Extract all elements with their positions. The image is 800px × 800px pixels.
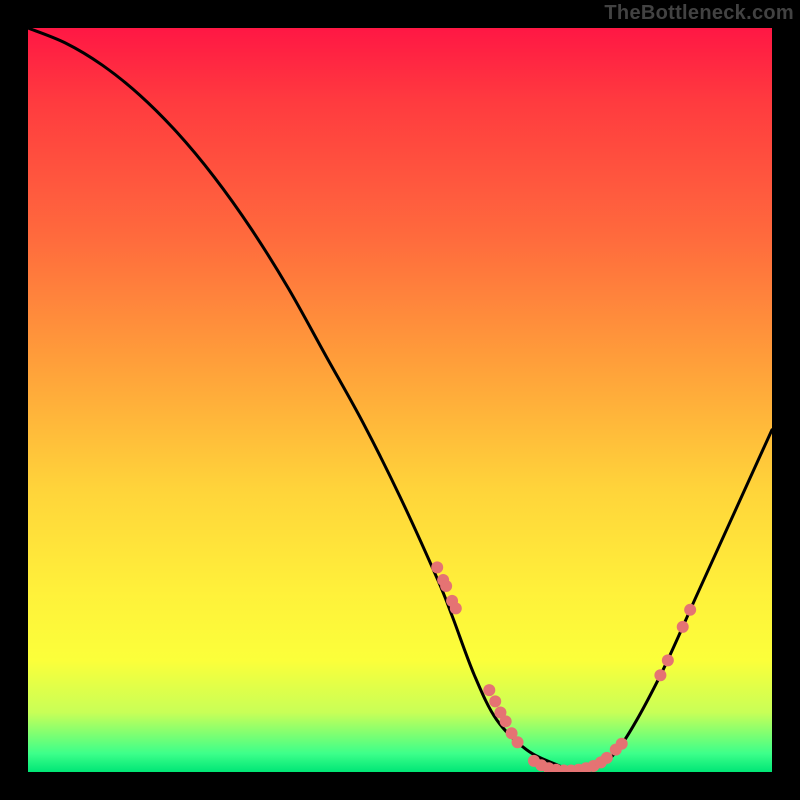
plot-area	[28, 28, 772, 772]
data-point	[662, 654, 674, 666]
chart-frame: TheBottleneck.com	[0, 0, 800, 800]
data-point	[512, 736, 524, 748]
curve-layer	[28, 28, 772, 772]
data-point	[601, 752, 613, 764]
data-point	[684, 604, 696, 616]
data-point	[500, 715, 512, 727]
data-point	[440, 580, 452, 592]
data-point	[450, 602, 462, 614]
data-point	[677, 621, 689, 633]
watermark-text: TheBottleneck.com	[604, 2, 794, 25]
data-point	[431, 561, 443, 573]
data-point	[616, 738, 628, 750]
data-point	[483, 684, 495, 696]
data-point	[489, 695, 501, 707]
data-point	[654, 669, 666, 681]
bottleneck-curve	[28, 28, 772, 772]
